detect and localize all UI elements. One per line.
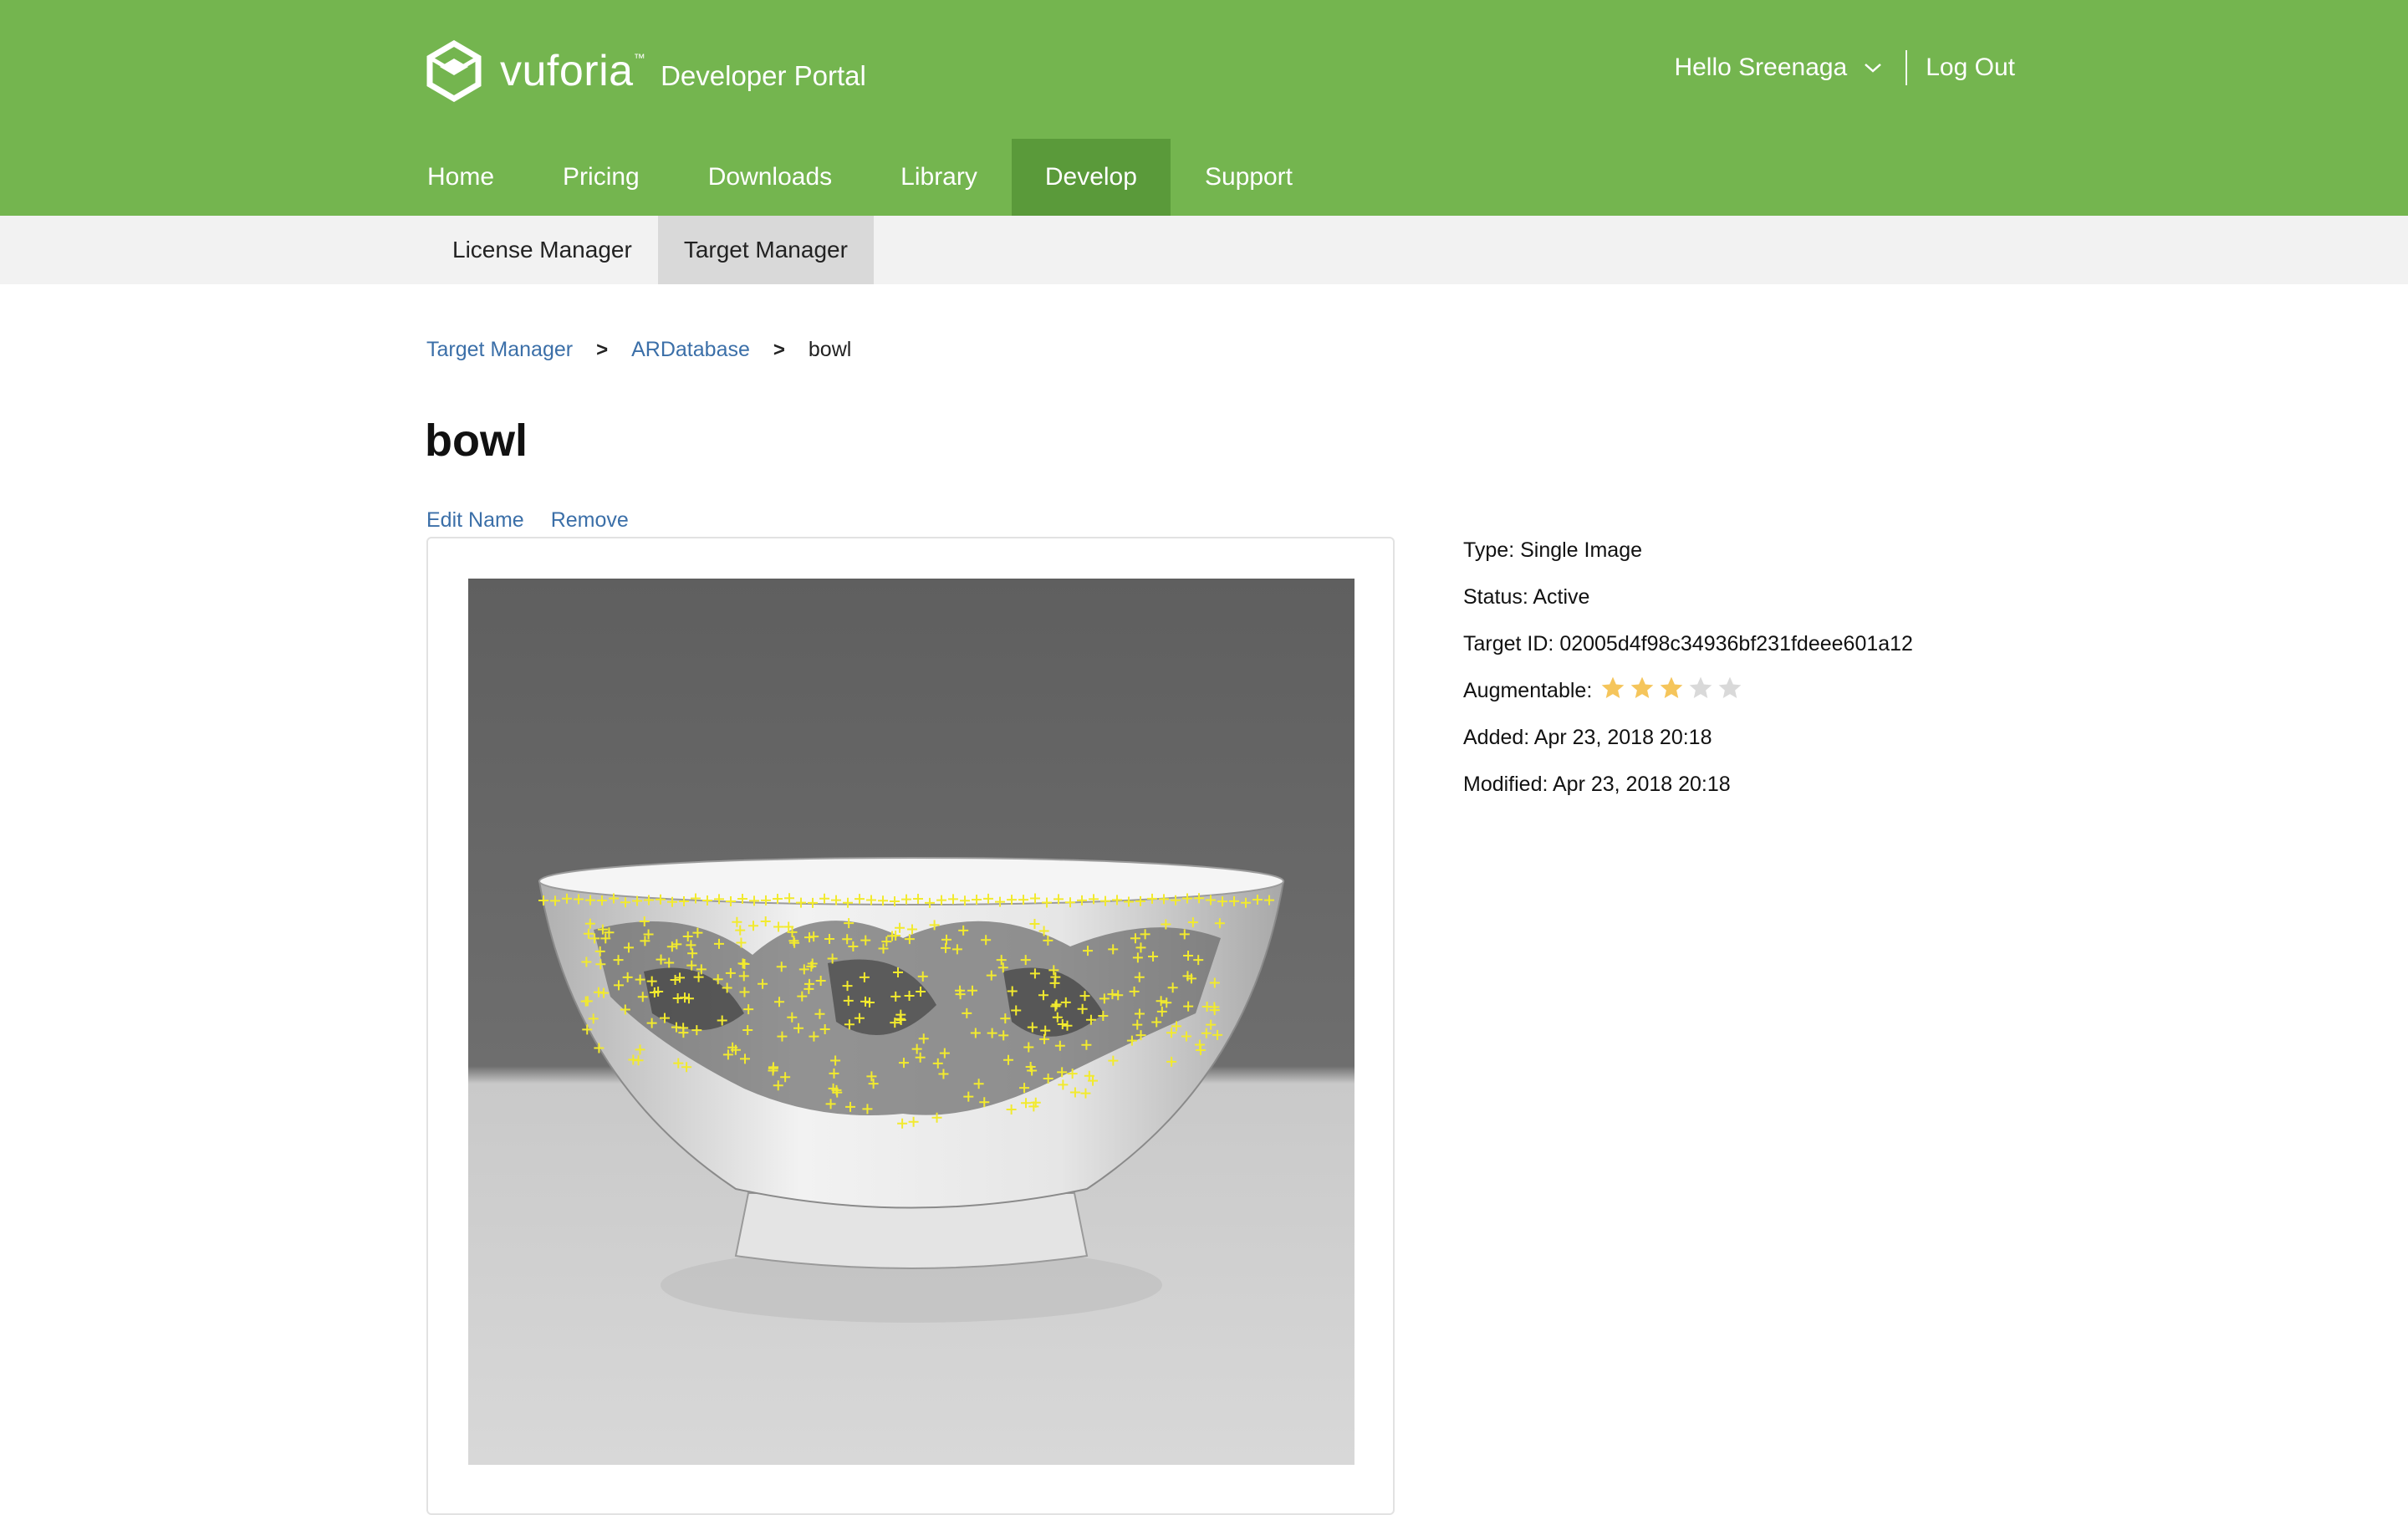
breadcrumb-target-manager[interactable]: Target Manager	[426, 338, 573, 362]
nav-library[interactable]: Library	[883, 139, 995, 216]
remove-link[interactable]: Remove	[551, 508, 629, 533]
breadcrumb-separator: >	[596, 338, 609, 361]
main-nav: Home Pricing Downloads Library Develop S…	[410, 139, 1344, 216]
vuforia-logo[interactable]: vuforia™ Developer Portal	[426, 40, 866, 102]
breadcrumb-current: bowl	[808, 338, 852, 361]
star-filled-icon	[1601, 676, 1625, 698]
subnav-license-manager[interactable]: License Manager	[426, 216, 658, 284]
breadcrumb: Target Manager > ARDatabase > bowl	[426, 338, 851, 362]
detail-augmentable: Augmentable:	[1463, 676, 1913, 702]
star-empty-icon	[1689, 676, 1712, 698]
breadcrumb-separator: >	[773, 338, 785, 361]
star-filled-icon	[1630, 676, 1654, 698]
brand-trademark: ™	[633, 51, 646, 64]
augmentable-label: Augmentable:	[1463, 678, 1593, 702]
page-title: bowl	[425, 416, 528, 466]
user-menu-dropdown[interactable]: Hello Sreenaga	[1674, 54, 1882, 82]
target-details: Type: Single Image Status: Active Target…	[1463, 538, 1913, 819]
augmentable-rating	[1599, 675, 1745, 701]
target-image	[468, 579, 1354, 1465]
logout-link[interactable]: Log Out	[1926, 54, 2015, 82]
brand-name: vuforia™	[500, 47, 646, 95]
sub-nav: License Manager Target Manager	[0, 216, 2408, 284]
user-area: Hello Sreenaga Log Out	[1674, 50, 2015, 85]
nav-downloads[interactable]: Downloads	[691, 139, 849, 216]
nav-home[interactable]: Home	[410, 139, 512, 216]
subnav-target-manager[interactable]: Target Manager	[657, 216, 874, 284]
detail-modified: Modified: Apr 23, 2018 20:18	[1463, 772, 1731, 796]
nav-pricing[interactable]: Pricing	[545, 139, 657, 216]
brand-subtitle: Developer Portal	[661, 60, 866, 91]
top-header: vuforia™ Developer Portal Hello Sreenaga…	[0, 0, 2408, 216]
nav-develop[interactable]: Develop	[1011, 139, 1171, 216]
nav-support[interactable]: Support	[1187, 139, 1310, 216]
detail-type: Type: Single Image	[1463, 538, 1643, 562]
detail-status: Status: Active	[1463, 584, 1590, 609]
vuforia-cube-icon	[426, 40, 482, 102]
detail-target-id: Target ID: 02005d4f98c34936bf231fdeee601…	[1463, 631, 1913, 655]
detail-added: Added: Apr 23, 2018 20:18	[1463, 725, 1712, 749]
target-actions: Edit Name Remove	[426, 508, 656, 533]
user-greeting: Hello Sreenaga	[1674, 54, 1848, 81]
star-empty-icon	[1718, 676, 1742, 698]
header-divider	[1905, 50, 1908, 85]
chevron-down-icon	[1865, 64, 1882, 73]
breadcrumb-ardatabase[interactable]: ARDatabase	[631, 338, 750, 362]
target-image-panel	[426, 537, 1395, 1515]
edit-name-link[interactable]: Edit Name	[426, 508, 524, 533]
star-filled-icon	[1660, 676, 1683, 698]
